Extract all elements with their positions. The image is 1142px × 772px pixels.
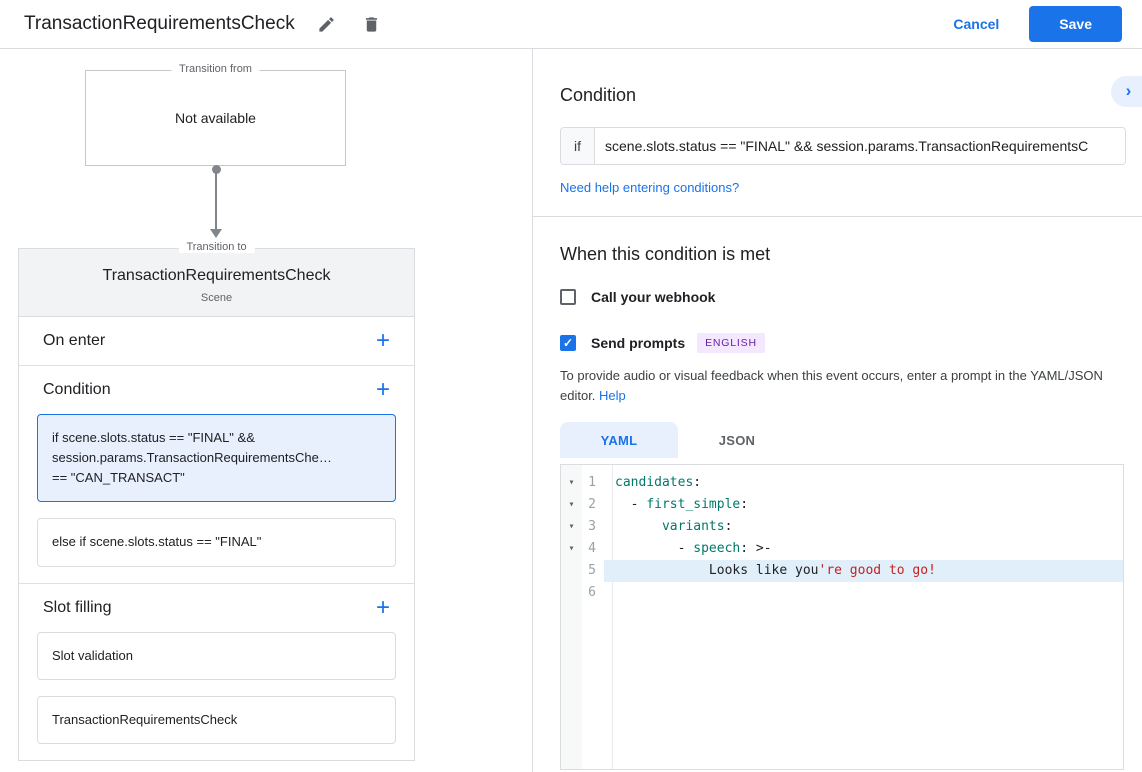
add-on-enter-button[interactable]: + — [376, 331, 390, 351]
slot-filling-row[interactable]: Slot filling + — [19, 584, 414, 632]
prompt-description: To provide audio or visual feedback when… — [560, 366, 1132, 405]
tab-yaml[interactable]: YAML — [560, 422, 678, 458]
condition-input-row: if — [560, 127, 1126, 165]
scene-subtitle: Scene — [31, 292, 402, 304]
save-button[interactable]: Save — [1029, 6, 1122, 42]
fold-arrow-icon[interactable]: ▾ — [561, 494, 582, 516]
on-enter-row[interactable]: On enter + — [19, 317, 414, 365]
editor-tabs: YAMLJSON — [560, 422, 1142, 458]
transition-from-box: Transition from Not available — [85, 70, 346, 166]
edit-title-button[interactable] — [313, 11, 340, 38]
chevron-right-icon: › — [1126, 81, 1132, 101]
help-link[interactable]: Help — [599, 388, 626, 403]
editor-line: ▾3 variants: — [561, 516, 1123, 538]
line-number: 1 — [582, 472, 604, 494]
page-title: TransactionRequirementsCheck — [24, 13, 295, 35]
divider — [533, 216, 1142, 217]
condition-items: if scene.slots.status == "FINAL" && sess… — [19, 414, 414, 567]
condition-section-row[interactable]: Condition + — [19, 366, 414, 414]
slot-items: Slot validation TransactionRequirementsCh… — [19, 632, 414, 744]
send-prompts-row: ✓ Send prompts ENGLISH — [560, 333, 1142, 353]
description-text: To provide audio or visual feedback when… — [560, 368, 1103, 403]
tab-json[interactable]: JSON — [678, 422, 796, 458]
scene-graph-panel: Transition from Not available Transition… — [0, 49, 533, 772]
when-met-title: When this condition is met — [560, 244, 1142, 265]
scene-card-header: TransactionRequirementsCheck Scene — [19, 249, 414, 317]
check-icon: ✓ — [563, 336, 573, 350]
slot-item[interactable]: Slot validation — [37, 632, 396, 680]
main-content: Transition from Not available Transition… — [0, 49, 1142, 772]
add-slot-button[interactable]: + — [376, 598, 390, 618]
add-condition-button[interactable]: + — [376, 380, 390, 400]
transition-to-card: Transition to TransactionRequirementsChe… — [18, 248, 415, 761]
fold-spacer — [561, 582, 582, 604]
transition-from-label: Transition from — [171, 63, 260, 75]
editor-line: 5 Looks like you're good to go! — [561, 560, 1123, 582]
slot-filling-label: Slot filling — [43, 599, 111, 617]
code-line[interactable] — [604, 582, 1123, 604]
pencil-icon — [317, 15, 336, 34]
code-line[interactable]: variants: — [604, 516, 1123, 538]
collapse-panel-button[interactable]: › — [1111, 76, 1142, 107]
line-number: 5 — [582, 560, 604, 582]
condition-item[interactable]: else if scene.slots.status == "FINAL" — [37, 518, 396, 566]
line-number: 2 — [582, 494, 604, 516]
line-number: 6 — [582, 582, 604, 604]
code-line[interactable]: - speech: >- — [604, 538, 1123, 560]
transition-from-content: Not available — [175, 110, 256, 126]
transition-to-label: Transition to — [178, 241, 254, 253]
editor-lines: ▾1candidates:▾2 - first_simple:▾3 varian… — [561, 465, 1123, 604]
webhook-label: Call your webhook — [591, 289, 715, 305]
trash-icon — [362, 15, 381, 34]
fold-spacer — [561, 560, 582, 582]
editor-line: ▾1candidates: — [561, 472, 1123, 494]
transition-arrow-head — [210, 229, 222, 238]
send-prompts-label: Send prompts — [591, 335, 685, 351]
if-label: if — [561, 128, 595, 164]
condition-item[interactable]: if scene.slots.status == "FINAL" && sess… — [37, 414, 396, 502]
conditions-help-link[interactable]: Need help entering conditions? — [560, 180, 739, 195]
on-enter-label: On enter — [43, 332, 105, 350]
scene-title: TransactionRequirementsCheck — [31, 267, 402, 285]
condition-input[interactable] — [595, 128, 1125, 164]
webhook-row: Call your webhook — [560, 289, 1142, 305]
detail-panel: › Condition if Need help entering condit… — [533, 49, 1142, 772]
condition-section-title: Condition — [560, 49, 1142, 106]
transition-arrow-line — [215, 170, 217, 230]
webhook-checkbox[interactable] — [560, 289, 576, 305]
send-prompts-checkbox[interactable]: ✓ — [560, 335, 576, 351]
editor-line: ▾4 - speech: >- — [561, 538, 1123, 560]
line-number: 3 — [582, 516, 604, 538]
topbar: TransactionRequirementsCheck Cancel Save — [0, 0, 1142, 49]
fold-arrow-icon[interactable]: ▾ — [561, 538, 582, 560]
editor-line: ▾2 - first_simple: — [561, 494, 1123, 516]
code-line[interactable]: candidates: — [604, 472, 1123, 494]
delete-button[interactable] — [358, 11, 385, 38]
language-badge: ENGLISH — [697, 333, 765, 353]
cancel-button[interactable]: Cancel — [937, 8, 1015, 40]
fold-arrow-icon[interactable]: ▾ — [561, 516, 582, 538]
condition-section-label: Condition — [43, 381, 111, 399]
code-line[interactable]: Looks like you're good to go! — [604, 560, 1123, 582]
slot-item[interactable]: TransactionRequirementsCheck — [37, 696, 396, 744]
fold-arrow-icon[interactable]: ▾ — [561, 472, 582, 494]
line-number: 4 — [582, 538, 604, 560]
code-editor[interactable]: ▾1candidates:▾2 - first_simple:▾3 varian… — [560, 464, 1124, 770]
code-line[interactable]: - first_simple: — [604, 494, 1123, 516]
editor-line: 6 — [561, 582, 1123, 604]
